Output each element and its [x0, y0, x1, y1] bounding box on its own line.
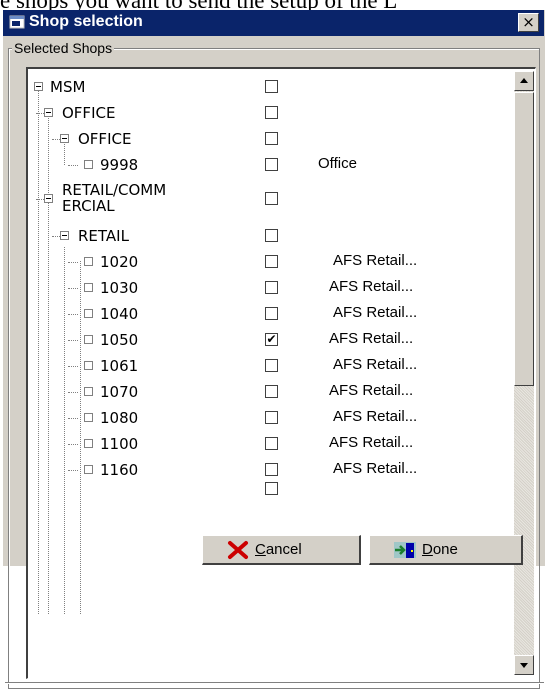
tree-node-label[interactable]: OFFICE [62, 104, 115, 122]
tree-connector-line [68, 392, 78, 393]
tree-canvas: MSM OFFICE OFFICE 9998 Office RETAIL/COMM ERC… [28, 69, 508, 678]
scroll-down-button[interactable] [514, 655, 534, 675]
tree-connector-line [68, 470, 78, 471]
cancel-x-icon [228, 541, 248, 559]
tree-connector-line [68, 340, 78, 341]
shop-description: Office [318, 155, 357, 172]
shop-checkbox[interactable] [265, 385, 278, 398]
leaf-node-icon [84, 257, 93, 266]
collapse-toggle-icon[interactable] [44, 108, 53, 117]
tree-node-label[interactable]: RETAIL [78, 227, 129, 245]
shop-checkbox[interactable] [265, 359, 278, 372]
tree-connector-line [38, 87, 39, 614]
leaf-node-icon [84, 361, 93, 370]
shop-checkbox[interactable] [265, 255, 278, 268]
title-bar[interactable]: Shop selection × [3, 10, 544, 36]
shop-checkbox[interactable] [265, 80, 278, 93]
leaf-node-icon [84, 309, 93, 318]
tree-node-label[interactable]: RETAIL/COMM ERCIAL [62, 182, 187, 214]
shop-checkbox[interactable] [265, 482, 278, 495]
tree-node-label[interactable]: 1061 [100, 357, 138, 375]
shop-description: AFS Retail... [329, 330, 414, 347]
window-title: Shop selection [29, 13, 143, 30]
tree-node-label[interactable]: 1080 [100, 409, 138, 427]
shop-checkbox[interactable] [265, 463, 278, 476]
shop-description: AFS Retail... [333, 304, 418, 321]
arrow-down-icon [520, 663, 528, 668]
tree-node-label[interactable]: 1100 [100, 435, 138, 453]
tree-node-label[interactable]: 1070 [100, 383, 138, 401]
shop-checkbox[interactable] [265, 281, 278, 294]
tree-node-label[interactable]: OFFICE [78, 130, 131, 148]
shop-description: AFS Retail... [333, 460, 418, 477]
done-door-icon [394, 542, 416, 558]
tree-connector-line [64, 141, 65, 165]
tree-connector-line [68, 418, 78, 419]
shop-checkbox[interactable] [265, 437, 278, 450]
shop-description: AFS Retail... [333, 252, 418, 269]
leaf-node-icon [84, 439, 93, 448]
leaf-node-icon [84, 465, 93, 474]
tree-connector-line [68, 288, 78, 289]
tree-node-label[interactable]: 1020 [100, 253, 138, 271]
shop-description: AFS Retail... [333, 408, 418, 425]
groupbox-label: Selected Shops [12, 40, 115, 56]
leaf-node-icon [84, 160, 93, 169]
leaf-node-icon [84, 283, 93, 292]
shop-checkbox[interactable] [265, 192, 278, 205]
tree-node-label[interactable]: 1050 [100, 331, 138, 349]
tree-connector-line [68, 444, 78, 445]
tree-connector-line [68, 366, 78, 367]
shop-tree[interactable]: MSM OFFICE OFFICE 9998 Office RETAIL/COMM ERC… [26, 67, 536, 679]
leaf-node-icon [84, 387, 93, 396]
arrow-up-icon [520, 78, 528, 83]
shop-checkbox[interactable] [265, 106, 278, 119]
tree-connector-line [68, 262, 78, 263]
shop-checkbox[interactable]: ✔ [265, 333, 278, 346]
shop-checkbox[interactable] [265, 411, 278, 424]
tree-node-label[interactable]: 1030 [100, 279, 138, 297]
checkmark-icon: ✔ [266, 332, 277, 346]
collapse-toggle-icon[interactable] [60, 134, 69, 143]
leaf-node-icon [84, 335, 93, 344]
collapse-toggle-icon[interactable] [44, 194, 53, 203]
tree-connector-line [64, 247, 65, 614]
tree-node-label[interactable]: MSM [50, 78, 85, 96]
tree-connector-line [80, 261, 81, 614]
tree-connector-line [68, 165, 78, 166]
shop-description: AFS Retail... [333, 356, 418, 373]
shop-description: AFS Retail... [329, 434, 414, 451]
tree-connector-line [48, 199, 49, 614]
collapse-toggle-icon[interactable] [34, 82, 43, 91]
cancel-label: Cancel [255, 541, 302, 558]
leaf-node-icon [84, 413, 93, 422]
scroll-thumb[interactable] [514, 92, 534, 386]
window-icon [9, 15, 25, 29]
shop-description: AFS Retail... [329, 382, 414, 399]
shop-checkbox[interactable] [265, 229, 278, 242]
shop-selection-dialog: Shop selection × Selected Shops MSM OFFIC… [2, 10, 545, 689]
collapse-toggle-icon[interactable] [60, 231, 69, 240]
tree-node-label[interactable]: 1040 [100, 305, 138, 323]
close-button[interactable]: × [518, 13, 539, 32]
tree-node-label[interactable]: 9998 [100, 156, 138, 174]
tree-connector-line [68, 314, 78, 315]
shop-description: AFS Retail... [329, 278, 414, 295]
shop-checkbox[interactable] [265, 132, 278, 145]
scroll-up-button[interactable] [514, 71, 534, 91]
vertical-scrollbar[interactable] [514, 71, 534, 675]
shop-checkbox[interactable] [265, 307, 278, 320]
shop-checkbox[interactable] [265, 158, 278, 171]
done-label: Done [422, 541, 458, 558]
separator-line [5, 682, 544, 684]
tree-node-label[interactable]: 1160 [100, 461, 138, 479]
done-button[interactable]: Done [369, 535, 523, 565]
tree-connector-line [48, 113, 49, 199]
cancel-button[interactable]: Cancel [202, 535, 361, 565]
